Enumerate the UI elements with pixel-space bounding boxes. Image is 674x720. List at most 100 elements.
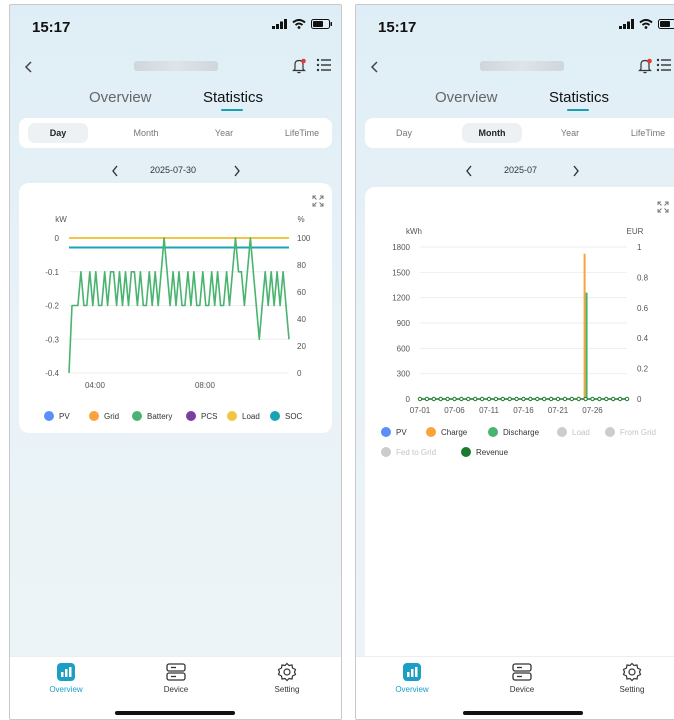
period-year[interactable]: Year <box>194 123 254 143</box>
next-date-icon[interactable] <box>233 165 241 177</box>
legend-dot <box>426 427 436 437</box>
legend-dot <box>89 411 99 421</box>
period-lifetime[interactable]: LifeTime <box>272 123 332 143</box>
legend-item-pv[interactable]: PV <box>44 411 70 421</box>
legend-item-load[interactable]: Load <box>557 427 590 437</box>
revenue-point <box>548 396 554 402</box>
period-day[interactable]: Day <box>374 123 434 143</box>
blurred-site-name <box>134 61 218 71</box>
chart-icon <box>57 663 75 681</box>
bottom-nav-device[interactable]: Device <box>146 663 206 694</box>
prev-date-icon[interactable] <box>111 165 119 177</box>
top-nav <box>10 55 341 79</box>
period-day[interactable]: Day <box>28 123 88 143</box>
main-tabs: Overview Statistics <box>356 89 674 119</box>
legend-item-from-grid[interactable]: From Grid <box>605 427 656 437</box>
legend-item-fed-to-grid[interactable]: Fed to Grid <box>381 447 436 457</box>
legend-label: PV <box>59 411 70 421</box>
revenue-point <box>479 396 485 402</box>
y-right-tick: 0.8 <box>637 273 649 282</box>
legend-label: PCS <box>201 411 218 421</box>
chart-icon <box>403 663 421 681</box>
legend-item-pcs[interactable]: PCS <box>186 411 217 421</box>
revenue-point <box>431 396 437 402</box>
tab-overview[interactable]: Overview <box>435 89 498 106</box>
revenue-point <box>466 396 471 402</box>
bottom-nav-overview[interactable]: Overview <box>382 663 442 694</box>
tab-overview[interactable]: Overview <box>89 89 152 106</box>
tab-active-indicator <box>221 109 243 111</box>
next-date-icon[interactable] <box>572 165 580 177</box>
day-line-chart: kW % 0 -0.1 -0.2 -0.3 -0.4 100 80 60 40 20 0 04:00 08:… <box>45 215 311 390</box>
revenue-point <box>555 396 561 402</box>
revenue-point <box>514 396 519 402</box>
gear-icon <box>277 662 297 682</box>
phone-screen-month: 15:17 Overview Statistics Day Month Year… <box>355 4 674 720</box>
month-chart-card: kWh EUR 1800 1500 1200 900 600 300 0 1 0.8 0.6 0.4 0.… <box>365 187 674 667</box>
revenue-point <box>521 396 526 402</box>
chevron-left-icon[interactable] <box>370 60 380 74</box>
bottom-nav-setting[interactable]: Setting <box>257 662 317 694</box>
y-right-tick: 0.2 <box>637 365 649 374</box>
legend-item-battery[interactable]: Battery <box>132 411 172 421</box>
revenue-point <box>597 396 602 402</box>
legend-item-pv[interactable]: PV <box>381 427 407 437</box>
bell-icon[interactable] <box>292 58 306 74</box>
signal-icon <box>619 19 634 29</box>
y-left-axis-label: kW <box>55 215 67 224</box>
bar-charge <box>583 253 586 399</box>
x-tick: 07-01 <box>410 406 431 415</box>
bottom-nav-device[interactable]: Device <box>492 663 552 694</box>
bottom-nav-setting[interactable]: Setting <box>602 662 662 694</box>
legend-label: Battery <box>147 411 173 421</box>
period-lifetime[interactable]: LifeTime <box>618 123 674 143</box>
x-tick: 07-16 <box>513 406 534 415</box>
list-icon[interactable] <box>656 58 672 72</box>
revenue-point <box>445 396 450 402</box>
legend-item-load[interactable]: Load <box>227 411 260 421</box>
bell-icon[interactable] <box>638 58 652 74</box>
bottom-nav-overview[interactable]: Overview <box>36 663 96 694</box>
legend-item-discharge[interactable]: Discharge <box>488 427 539 437</box>
month-chart-legend: PV Charge Discharge Load From Grid Fed to Gri… <box>365 427 674 467</box>
y-left-tick: 0 <box>55 234 60 243</box>
period-year[interactable]: Year <box>540 123 600 143</box>
tab-statistics[interactable]: Statistics <box>549 89 609 106</box>
y-right-tick: 20 <box>297 342 306 351</box>
date-navigator: 2025-07-30 <box>10 163 341 181</box>
status-time: 15:17 <box>378 19 417 36</box>
legend-item-soc[interactable]: SOC <box>270 411 302 421</box>
prev-date-icon[interactable] <box>465 165 473 177</box>
revenue-point <box>535 396 540 402</box>
legend-item-revenue[interactable]: Revenue <box>461 447 508 457</box>
chevron-left-icon[interactable] <box>24 60 34 74</box>
y-left-tick: 600 <box>397 344 411 353</box>
tab-statistics[interactable]: Statistics <box>203 89 263 106</box>
y-left-axis-label: kWh <box>406 227 422 236</box>
main-tabs: Overview Statistics <box>10 89 341 119</box>
revenue-point <box>424 396 430 402</box>
revenue-point <box>459 396 464 402</box>
period-month[interactable]: Month <box>462 123 522 143</box>
legend-item-charge[interactable]: Charge <box>426 427 467 437</box>
legend-item-grid[interactable]: Grid <box>89 411 119 421</box>
revenue-point <box>617 396 623 402</box>
y-right-tick: 0.6 <box>637 304 649 313</box>
revenue-point <box>569 396 575 402</box>
period-month[interactable]: Month <box>116 123 176 143</box>
bottom-nav-device-label: Device <box>163 685 189 694</box>
revenue-point <box>562 396 568 402</box>
revenue-point <box>473 396 478 402</box>
x-tick: 04:00 <box>85 381 106 390</box>
y-right-tick: 100 <box>297 234 311 243</box>
status-time: 15:17 <box>32 19 71 36</box>
y-right-tick: 1 <box>637 243 642 252</box>
x-tick: 07-21 <box>548 406 569 415</box>
blurred-site-name <box>480 61 564 71</box>
phone-screen-day: 15:17 Overview Statistics Day Month Year… <box>9 4 342 720</box>
list-icon[interactable] <box>316 58 332 72</box>
revenue-point <box>583 396 588 402</box>
legend-dot <box>557 427 567 437</box>
x-tick: 07-26 <box>582 406 603 415</box>
revenue-point <box>604 396 609 402</box>
